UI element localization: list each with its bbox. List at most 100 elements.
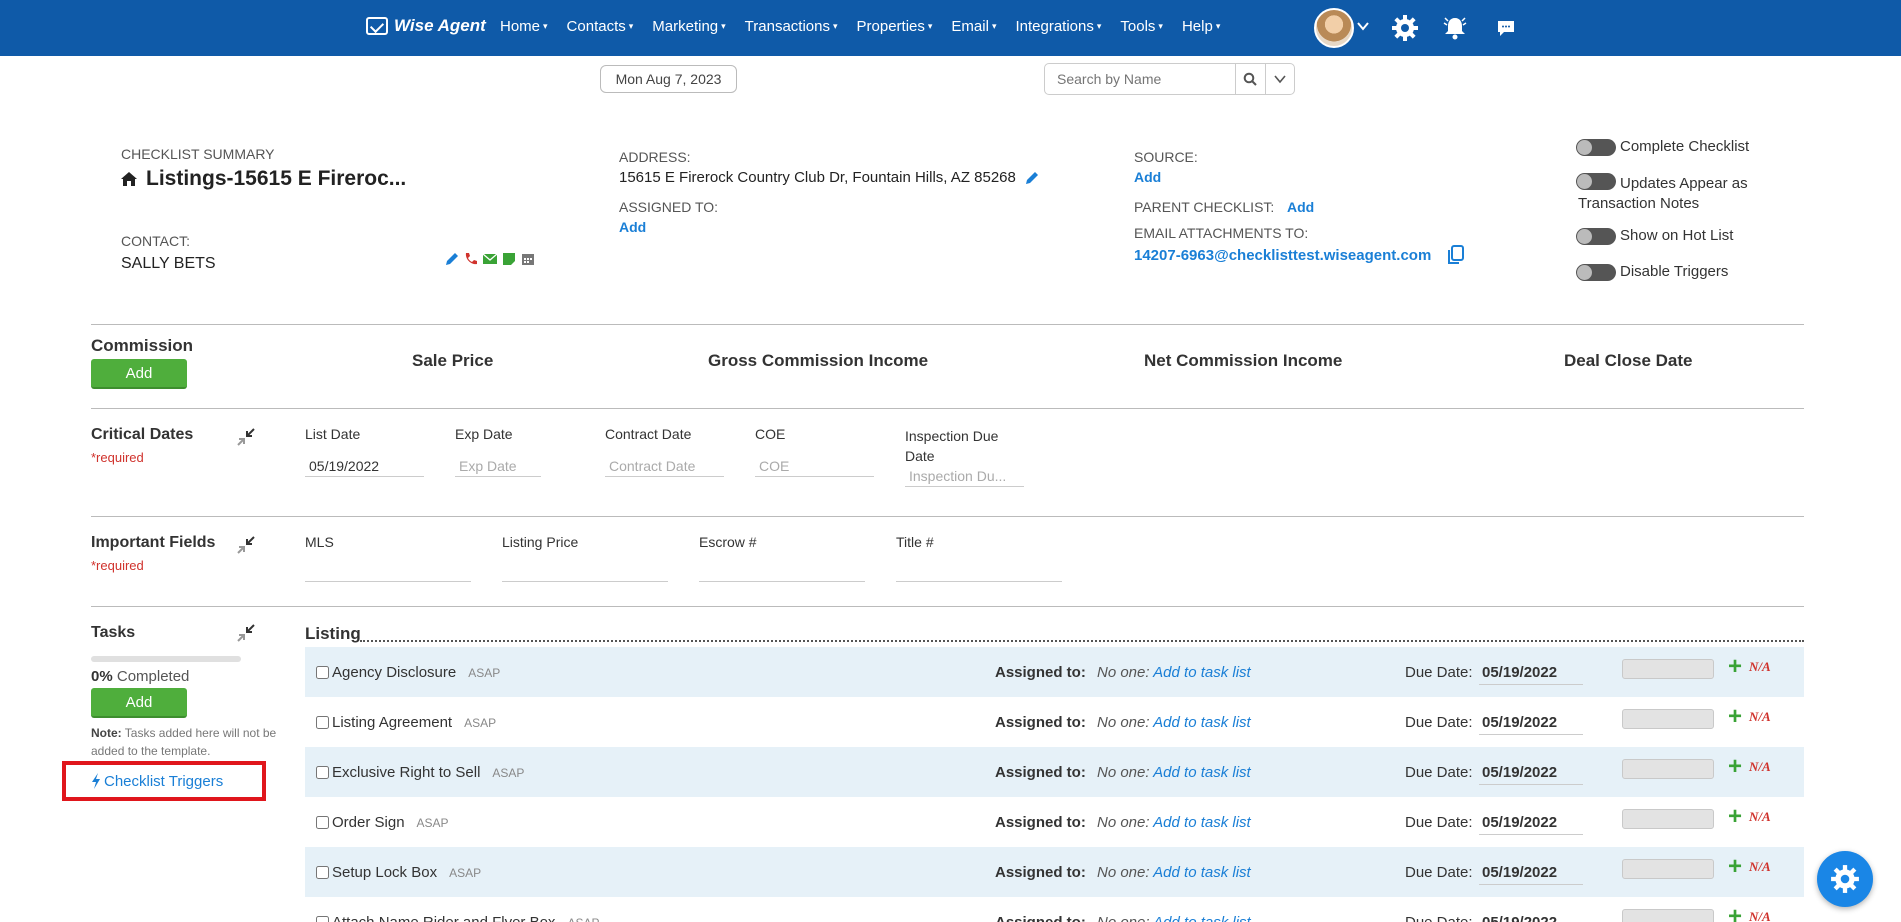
collapse-icon[interactable] xyxy=(235,426,257,448)
task-name[interactable]: Listing Agreement ASAP xyxy=(332,714,496,731)
add-to-task-list-link[interactable]: Add to task list xyxy=(1153,864,1251,881)
search-dropdown-button[interactable] xyxy=(1264,64,1295,94)
user-avatar[interactable] xyxy=(1314,8,1354,48)
add-subtask-plus-icon[interactable]: + xyxy=(1728,653,1742,681)
add-to-task-list-link[interactable]: Add to task list xyxy=(1153,714,1251,731)
task-na-toggle[interactable]: N/A xyxy=(1749,659,1771,675)
source-add-link[interactable]: Add xyxy=(1134,169,1161,185)
inspection-due-label: Inspection Due Date xyxy=(905,428,999,464)
task-checkbox[interactable] xyxy=(316,866,329,879)
task-due-date[interactable]: 05/19/2022 xyxy=(1479,761,1583,785)
menu-transactions[interactable]: Transactions ▾ xyxy=(745,18,838,35)
task-assignee: No one: Add to task list xyxy=(1097,814,1251,831)
title-number-input[interactable] xyxy=(896,560,1062,582)
edit-pencil-icon[interactable] xyxy=(444,251,460,267)
task-na-toggle[interactable]: N/A xyxy=(1749,909,1771,922)
task-status-button[interactable] xyxy=(1622,909,1714,922)
date-picker[interactable]: Mon Aug 7, 2023 xyxy=(600,65,737,93)
contract-date-input[interactable] xyxy=(605,455,724,477)
task-na-toggle[interactable]: N/A xyxy=(1749,809,1771,825)
brand-logo[interactable]: Wise Agent xyxy=(366,16,486,36)
calendar-icon[interactable] xyxy=(520,251,536,267)
task-due-date[interactable]: 05/19/2022 xyxy=(1479,811,1583,835)
commission-add-button[interactable]: Add xyxy=(91,359,187,389)
task-due-date[interactable]: 05/19/2022 xyxy=(1479,661,1583,685)
caret-down-icon: ▾ xyxy=(991,21,997,31)
task-name[interactable]: Exclusive Right to Sell ASAP xyxy=(332,764,524,781)
collapse-icon[interactable] xyxy=(235,534,257,556)
task-name[interactable]: Attach Name Rider and Flyer BoxASAP xyxy=(332,914,599,922)
task-checkbox[interactable] xyxy=(316,916,329,922)
menu-help[interactable]: Help ▾ xyxy=(1182,18,1220,35)
collapse-icon[interactable] xyxy=(235,622,257,644)
parent-checklist-label: PARENT CHECKLIST: xyxy=(1134,199,1275,215)
edit-pencil-icon[interactable] xyxy=(1024,170,1040,186)
assigned-add-link[interactable]: Add xyxy=(619,219,646,235)
task-status-button[interactable] xyxy=(1622,809,1714,829)
menu-tools[interactable]: Tools ▾ xyxy=(1120,18,1163,35)
menu-email[interactable]: Email ▾ xyxy=(951,18,996,35)
coe-input[interactable] xyxy=(755,455,874,477)
email-icon[interactable] xyxy=(482,251,498,267)
search-input[interactable] xyxy=(1045,64,1235,94)
task-status-button[interactable] xyxy=(1622,709,1714,729)
note-icon[interactable] xyxy=(501,251,517,267)
mls-input[interactable] xyxy=(305,560,471,582)
exp-date-input[interactable] xyxy=(455,455,541,477)
task-due-date[interactable]: 05/19/2022 xyxy=(1479,911,1583,922)
add-subtask-plus-icon[interactable]: + xyxy=(1728,753,1742,781)
chat-icon[interactable] xyxy=(1492,14,1520,42)
menu-marketing[interactable]: Marketing ▾ xyxy=(652,18,725,35)
add-subtask-plus-icon[interactable]: + xyxy=(1728,703,1742,731)
parent-checklist-add-link[interactable]: Add xyxy=(1287,199,1314,215)
task-name[interactable]: Order Sign ASAP xyxy=(332,814,449,831)
email-attachments-address[interactable]: 14207-6963@checklisttest.wiseagent.com xyxy=(1134,247,1431,264)
task-na-toggle[interactable]: N/A xyxy=(1749,859,1771,875)
task-status-button[interactable] xyxy=(1622,759,1714,779)
checklist-triggers-link[interactable]: Checklist Triggers xyxy=(91,773,223,790)
menu-contacts[interactable]: Contacts ▾ xyxy=(567,18,634,35)
add-subtask-plus-icon[interactable]: + xyxy=(1728,853,1742,881)
task-due-label: Due Date: xyxy=(1405,764,1473,781)
task-status-button[interactable] xyxy=(1622,659,1714,679)
toggle-hot-list[interactable] xyxy=(1576,228,1616,245)
task-status-button[interactable] xyxy=(1622,859,1714,879)
escrow-input[interactable] xyxy=(699,560,865,582)
listing-price-input[interactable] xyxy=(502,560,668,582)
settings-fab-button[interactable] xyxy=(1817,851,1873,907)
toggle-disable-triggers[interactable] xyxy=(1576,264,1616,281)
gear-icon[interactable] xyxy=(1391,14,1419,42)
toggle-complete-checklist[interactable] xyxy=(1576,139,1616,156)
add-subtask-plus-icon[interactable]: + xyxy=(1728,803,1742,831)
task-na-toggle[interactable]: N/A xyxy=(1749,759,1771,775)
search-button[interactable] xyxy=(1235,64,1265,94)
add-to-task-list-link[interactable]: Add to task list xyxy=(1153,914,1251,922)
inspection-due-input[interactable] xyxy=(905,465,1024,487)
list-date-input[interactable] xyxy=(305,455,424,477)
add-subtask-plus-icon[interactable]: + xyxy=(1728,903,1742,922)
menu-properties[interactable]: Properties ▾ xyxy=(857,18,933,35)
add-to-task-list-link[interactable]: Add to task list xyxy=(1153,664,1251,681)
task-due-date[interactable]: 05/19/2022 xyxy=(1479,711,1583,735)
phone-icon[interactable] xyxy=(463,251,479,267)
add-to-task-list-link[interactable]: Add to task list xyxy=(1153,814,1251,831)
task-checkbox[interactable] xyxy=(316,716,329,729)
task-name[interactable]: Agency Disclosure ASAP xyxy=(332,664,500,681)
menu-home[interactable]: Home ▾ xyxy=(500,18,548,35)
task-checkbox[interactable] xyxy=(316,816,329,829)
task-due-date[interactable]: 05/19/2022 xyxy=(1479,861,1583,885)
summary-heading: CHECKLIST SUMMARY xyxy=(121,146,275,162)
task-due-label: Due Date: xyxy=(1405,714,1473,731)
task-na-toggle[interactable]: N/A xyxy=(1749,709,1771,725)
contact-name[interactable]: SALLY BETS xyxy=(121,255,216,273)
menu-integrations[interactable]: Integrations ▾ xyxy=(1015,18,1101,35)
tasks-add-button[interactable]: Add xyxy=(91,688,187,718)
bell-icon[interactable] xyxy=(1441,14,1469,42)
chevron-down-icon[interactable] xyxy=(1357,20,1369,32)
task-name[interactable]: Setup Lock Box ASAP xyxy=(332,864,481,881)
task-checkbox[interactable] xyxy=(316,766,329,779)
copy-icon[interactable] xyxy=(1447,245,1465,265)
divider xyxy=(91,408,1804,409)
add-to-task-list-link[interactable]: Add to task list xyxy=(1153,764,1251,781)
task-checkbox[interactable] xyxy=(316,666,329,679)
